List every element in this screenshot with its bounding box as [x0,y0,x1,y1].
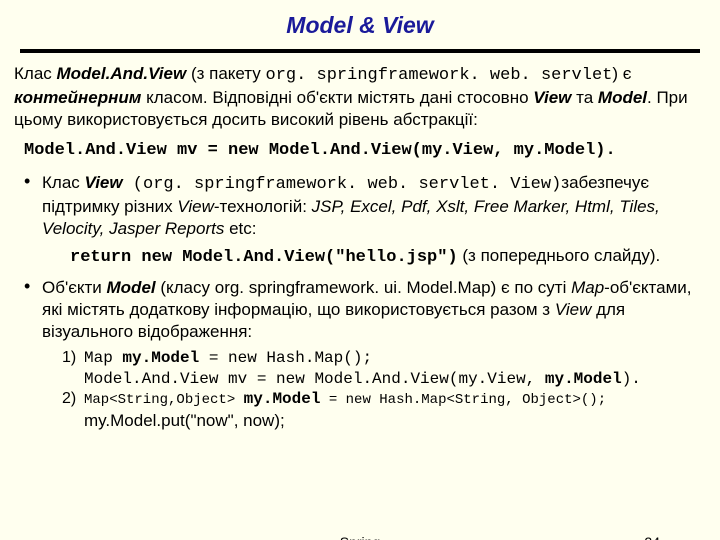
slide: Model & View Клас Model.And.View (з паке… [0,0,720,540]
page-number: 24 [644,534,660,540]
body: Клас Model.And.View (з пакету org. sprin… [14,63,706,432]
intro-paragraph: Клас Model.And.View (з пакету org. sprin… [14,63,706,130]
term-container: контейнерним [14,88,141,107]
term-map: Map [571,278,604,297]
text: Клас [42,173,85,192]
text: -технологій: [214,197,312,216]
text: та [571,88,598,107]
list-number: 1) [62,348,84,368]
text: ) є [612,64,631,83]
text: Клас [14,64,57,83]
code-line-2: return new Model.And.View("hello.jsp") (… [70,245,706,269]
footer-label: Spring [0,534,720,540]
term-view: View [555,300,592,319]
code-row-2: 2)Map<String,Object> my.Model = new Hash… [62,389,706,410]
text: класом. Відповідні об'єкти містять дані … [141,88,533,107]
bullet-item-model: Об'єкти Model (класу org. springframewor… [24,277,706,432]
text: etc: [224,219,256,238]
term-model: Model [598,88,647,107]
text: (класу org. springframework. ui. Model.M… [156,278,571,297]
code-bold: my.Model [122,349,199,367]
list-number: 2) [62,389,84,409]
code: = new Hash.Map<String, Object>(); [320,392,606,408]
bullet-item-view: Клас View (org. springframework. web. se… [24,172,706,269]
code-line-1: Model.And.View mv = new Model.And.View(m… [24,140,706,162]
code: = new Hash.Map(); [199,349,372,367]
term-view: View [533,88,571,107]
bullet-list: Клас View (org. springframework. web. se… [14,172,706,432]
package-name: (org. springframework. web. servlet. Vie… [123,175,562,194]
term-view: View [85,173,123,192]
code-row-1b: Model.And.View mv = new Model.And.View(m… [62,369,706,389]
code-row-1: 1)Map my.Model = new Hash.Map(); [62,348,706,368]
code-bold: my.Model [244,390,321,408]
code: return new Model.And.View("hello.jsp") [70,248,458,267]
page-title: Model & View [14,12,706,39]
text: Об'єкти [42,278,107,297]
code-bold: my.Model [545,370,622,388]
code-block: 1)Map my.Model = new Hash.Map(); Model.A… [62,348,706,432]
code: Model.And.View mv = new Model.And.View(m… [84,370,545,388]
term-view: View [177,197,214,216]
title-rule [20,49,700,53]
text: (з попереднього слайду). [458,246,661,265]
term-model: Model [107,278,156,297]
package-name: org. springframework. web. servlet [266,66,613,85]
code: Map [84,349,122,367]
code-row-3: my.Model.put("now", now); [62,410,706,432]
code: ). [622,370,641,388]
code: Map<String,Object> [84,392,244,408]
text: (з пакету [186,64,265,83]
class-name: Model.And.View [57,64,187,83]
